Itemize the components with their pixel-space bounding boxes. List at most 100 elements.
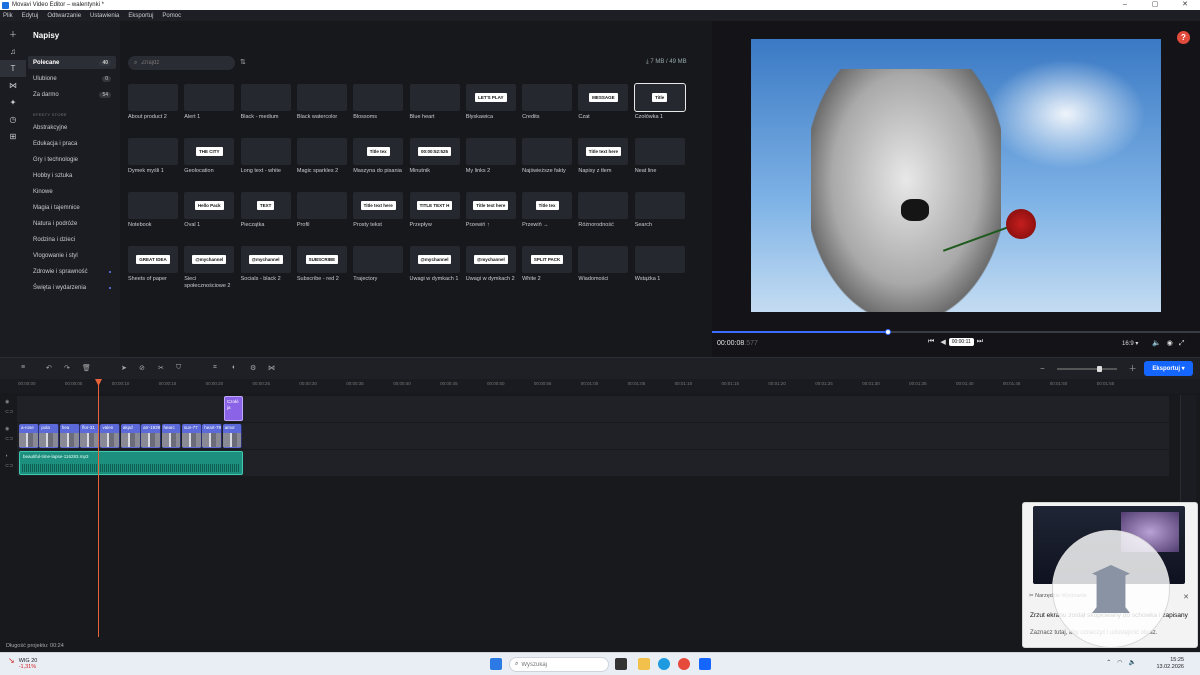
- titles-t-icon[interactable]: T: [0, 60, 26, 77]
- store-category[interactable]: Abstrakcyjne: [28, 121, 116, 134]
- edge-icon[interactable]: [658, 658, 670, 670]
- title-tile[interactable]: Wiadomości: [578, 246, 629, 283]
- menu-export[interactable]: Eksportuj: [128, 13, 153, 19]
- title-tile[interactable]: TEXT Pieczątka: [240, 192, 291, 229]
- title-thumbnail[interactable]: @mychannel: [184, 246, 235, 273]
- category-recommended[interactable]: Polecane 40: [28, 56, 116, 69]
- cut-icon[interactable]: ✂: [158, 364, 164, 372]
- title-thumbnail[interactable]: Title: [633, 83, 686, 112]
- title-tile[interactable]: Credits: [522, 84, 573, 121]
- title-tile[interactable]: Dymek myśli 1: [128, 138, 178, 175]
- filters-icon[interactable]: ✦: [0, 94, 26, 111]
- zoom-in-icon[interactable]: ＋: [1129, 363, 1137, 374]
- video-preview[interactable]: [751, 39, 1161, 312]
- title-tile[interactable]: Notebook: [128, 192, 178, 229]
- start-icon[interactable]: [490, 658, 502, 670]
- title-thumbnail[interactable]: [296, 138, 347, 165]
- search-input[interactable]: [141, 60, 222, 66]
- taskbar-search-input[interactable]: [521, 661, 592, 668]
- title-thumbnail[interactable]: [522, 84, 573, 111]
- title-thumbnail[interactable]: Hello Pack: [184, 192, 235, 219]
- zoom-slider-knob[interactable]: [1096, 365, 1102, 372]
- title-thumbnail[interactable]: [522, 138, 573, 165]
- title-tile[interactable]: GREAT IDEA Sheets of paper: [128, 246, 178, 283]
- skip-back-icon[interactable]: ⏮: [928, 338, 934, 346]
- zoom-out-icon[interactable]: −: [1040, 364, 1045, 373]
- transitions-icon[interactable]: ⋈: [0, 77, 26, 94]
- help-icon[interactable]: ?: [1177, 31, 1190, 44]
- skip-forward-icon[interactable]: ⏭: [977, 338, 983, 346]
- track-settings-icon[interactable]: ≡: [21, 364, 25, 371]
- video-clip[interactable]: heart-795: [202, 424, 223, 448]
- title-tile[interactable]: @mychannel Uwagi w dymkach 2: [465, 246, 516, 283]
- link-icon[interactable]: ⊂⊃: [5, 409, 13, 415]
- title-thumbnail[interactable]: @mychannel: [240, 246, 291, 273]
- video-clip[interactable]: flor-31: [80, 424, 100, 448]
- title-tile[interactable]: Search: [634, 192, 685, 229]
- title-thumbnail[interactable]: @mychannel: [465, 246, 516, 273]
- title-tile[interactable]: Title tex Maszyna do pisania: [353, 138, 404, 175]
- title-thumbnail[interactable]: [634, 246, 685, 273]
- title-thumbnail[interactable]: [240, 138, 291, 165]
- title-thumbnail[interactable]: [353, 84, 404, 111]
- wifi-icon[interactable]: ◠: [1117, 660, 1128, 666]
- title-tile[interactable]: Neat line: [634, 138, 685, 175]
- select-tool-icon[interactable]: ➤: [121, 364, 127, 372]
- minimize-icon[interactable]: –: [1110, 0, 1140, 10]
- chrome-icon[interactable]: [678, 658, 690, 670]
- title-tile[interactable]: SPLIT PACK White 2: [522, 246, 573, 283]
- title-tile[interactable]: LET'S PLAY Błyskawica: [465, 84, 516, 121]
- title-tile[interactable]: Black watercolor: [296, 84, 347, 121]
- category-favorites[interactable]: Ulubione 0: [28, 72, 116, 85]
- title-tile[interactable]: MESSAGE Czat: [578, 84, 629, 121]
- title-tile[interactable]: Najświeższe fakty: [522, 138, 573, 175]
- store-category[interactable]: Święta i wydarzenia: [28, 281, 116, 294]
- title-thumbnail[interactable]: [128, 138, 178, 165]
- video-clip[interactable]: hearc: [161, 424, 182, 448]
- title-thumbnail[interactable]: Title tex: [522, 192, 573, 219]
- store-category[interactable]: Kinowe: [28, 185, 116, 198]
- more-tools-icon[interactable]: ⊞: [0, 128, 26, 145]
- menu-playback[interactable]: Odtwarzanie: [47, 13, 81, 19]
- title-thumbnail[interactable]: [578, 246, 629, 273]
- store-category[interactable]: Magia i tajemnice: [28, 201, 116, 214]
- category-free[interactable]: Za darmo 54: [28, 88, 116, 101]
- store-category[interactable]: Edukacja i praca: [28, 137, 116, 150]
- video-clip[interactable]: arr-1939: [141, 424, 162, 448]
- tray-chevron-icon[interactable]: ⌃: [1106, 660, 1117, 666]
- title-tile[interactable]: Title tex Przewiń →: [522, 192, 573, 229]
- title-lane[interactable]: [17, 396, 1169, 422]
- playhead[interactable]: [95, 379, 102, 637]
- taskbar-search[interactable]: ⌕: [509, 657, 609, 672]
- title-thumbnail[interactable]: [353, 246, 404, 273]
- menu-help[interactable]: Pomoc: [162, 13, 181, 19]
- menu-settings[interactable]: Ustawienia: [90, 13, 119, 19]
- title-thumbnail[interactable]: Title tex: [353, 138, 404, 165]
- close-icon[interactable]: ✕: [1170, 0, 1200, 10]
- color-icon[interactable]: ◐: [232, 364, 236, 371]
- title-thumbnail[interactable]: THE CITY: [184, 138, 235, 165]
- stock-widget[interactable]: ↘ WIG 20 -1,31%: [8, 657, 37, 671]
- speaker-icon[interactable]: ◖: [5, 453, 8, 459]
- aspect-ratio-select[interactable]: 16:9 ▾: [1122, 340, 1138, 347]
- title-tile[interactable]: Hello Pack Oval 1: [184, 192, 235, 229]
- title-tile[interactable]: Różnorodność: [578, 192, 629, 229]
- movavi-taskbar-icon[interactable]: [699, 658, 711, 670]
- title-thumbnail[interactable]: [578, 192, 629, 219]
- eye-icon[interactable]: ◉: [5, 399, 9, 405]
- title-tile[interactable]: Long text - white: [240, 138, 291, 175]
- maximize-icon[interactable]: ▢: [1140, 0, 1170, 10]
- title-thumbnail[interactable]: GREAT IDEA: [128, 246, 178, 273]
- title-thumbnail[interactable]: [634, 192, 685, 219]
- eye-icon[interactable]: ◉: [5, 426, 9, 432]
- title-thumbnail[interactable]: [240, 84, 291, 111]
- taskbar-clock[interactable]: 15:25 13.02.2026: [1156, 657, 1184, 671]
- undo-icon[interactable]: ↶: [46, 364, 52, 372]
- store-category[interactable]: Vlogowanie i styl: [28, 249, 116, 262]
- music-icon[interactable]: ♫: [0, 43, 26, 60]
- title-thumbnail[interactable]: [465, 138, 516, 165]
- title-tile[interactable]: Title text here Przewiń ↑: [465, 192, 516, 229]
- menu-edit[interactable]: Edytuj: [22, 13, 39, 19]
- video-clip[interactable]: valen: [100, 424, 121, 448]
- close-icon[interactable]: ✕: [1183, 593, 1189, 601]
